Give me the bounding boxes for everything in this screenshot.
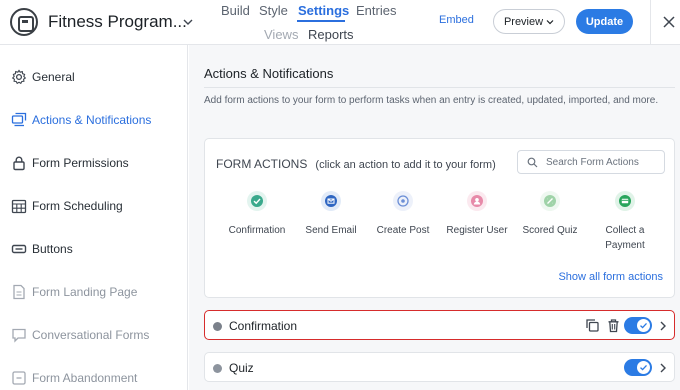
form-title[interactable]: Fitness Program... bbox=[48, 12, 187, 32]
search-placeholder: Search Form Actions bbox=[546, 157, 639, 168]
sidebar-item-label: General bbox=[32, 70, 75, 84]
active-tab-indicator bbox=[297, 20, 345, 22]
preview-button[interactable]: Preview bbox=[493, 9, 565, 34]
form-action-label: Scored Quiz bbox=[522, 225, 578, 236]
sidebar-item-label: Form Landing Page bbox=[32, 285, 138, 299]
main-panel: Actions & Notifications Add form actions… bbox=[189, 45, 680, 390]
check-icon bbox=[637, 361, 650, 374]
enable-toggle[interactable] bbox=[624, 359, 652, 376]
chevron-right-icon[interactable] bbox=[658, 320, 668, 332]
sidebar-item-label: Conversational Forms bbox=[32, 328, 150, 342]
sidebar-item-conversational-forms[interactable]: Conversational Forms bbox=[0, 315, 188, 355]
tab-style[interactable]: Style bbox=[259, 3, 288, 18]
sidebar-item-label: Buttons bbox=[32, 242, 73, 256]
action-row-quiz[interactable]: Quiz bbox=[204, 352, 675, 382]
sidebar-item-label: Actions & Notifications bbox=[32, 113, 152, 127]
form-action-label: Create Post bbox=[376, 225, 430, 236]
chat-icon bbox=[12, 328, 26, 343]
actions-icon bbox=[11, 112, 27, 127]
sidebar-item-form-landing-page[interactable]: Form Landing Page bbox=[0, 272, 188, 312]
sidebar-item-form-scheduling[interactable]: Form Scheduling bbox=[0, 186, 188, 226]
form-actions-card: FORM ACTIONS (click an action to add it … bbox=[204, 138, 675, 298]
form-action-label: Confirmation bbox=[228, 225, 286, 236]
tab-views[interactable]: Views bbox=[264, 27, 298, 42]
tab-settings[interactable]: Settings bbox=[298, 3, 349, 18]
sidebar-item-general[interactable]: General bbox=[0, 57, 188, 97]
abandon-icon bbox=[12, 371, 26, 385]
sidebar-item-form-abandonment[interactable]: Form Abandonment bbox=[0, 358, 188, 390]
check-icon bbox=[247, 191, 267, 211]
sidebar-item-form-permissions[interactable]: Form Permissions bbox=[0, 143, 188, 183]
sidebar-item-label: Form Abandonment bbox=[32, 371, 138, 385]
divider bbox=[204, 87, 675, 88]
form-action-label: Send Email bbox=[305, 225, 357, 236]
sidebar-item-actions-notifications[interactable]: Actions & Notifications bbox=[0, 100, 188, 140]
form-actions-heading: FORM ACTIONS (click an action to add it … bbox=[216, 157, 496, 171]
post-icon bbox=[393, 191, 413, 211]
action-row-label: Quiz bbox=[229, 361, 254, 375]
payment-icon bbox=[615, 191, 635, 211]
chevron-right-icon[interactable] bbox=[658, 362, 668, 374]
status-dot bbox=[213, 364, 222, 373]
form-action-label: Register User bbox=[446, 225, 508, 236]
chevron-down-icon[interactable] bbox=[182, 16, 194, 28]
user-icon bbox=[467, 191, 487, 211]
settings-sidebar: General Actions & Notifications Form Per… bbox=[0, 45, 188, 390]
action-row-confirmation[interactable]: Confirmation bbox=[204, 310, 675, 340]
tab-reports[interactable]: Reports bbox=[308, 27, 354, 42]
header-divider bbox=[650, 0, 651, 45]
email-icon bbox=[321, 191, 341, 211]
close-icon[interactable] bbox=[661, 14, 677, 30]
search-icon bbox=[527, 157, 538, 168]
tab-build[interactable]: Build bbox=[221, 3, 250, 18]
form-actions-title: FORM ACTIONS bbox=[216, 157, 308, 171]
enable-toggle[interactable] bbox=[624, 317, 652, 334]
status-dot bbox=[213, 322, 222, 331]
duplicate-icon[interactable] bbox=[585, 318, 600, 333]
sidebar-item-label: Form Scheduling bbox=[32, 199, 123, 213]
gear-icon bbox=[11, 69, 27, 85]
trash-icon[interactable] bbox=[606, 318, 621, 333]
show-all-actions-link[interactable]: Show all form actions bbox=[558, 271, 663, 283]
search-form-actions-input[interactable]: Search Form Actions bbox=[517, 150, 665, 174]
tab-entries[interactable]: Entries bbox=[356, 3, 396, 18]
section-description: Add form actions to your form to perform… bbox=[204, 95, 659, 106]
sidebar-item-label: Form Permissions bbox=[32, 156, 129, 170]
preview-label: Preview bbox=[503, 15, 544, 28]
button-icon bbox=[11, 244, 27, 254]
chevron-down-icon bbox=[546, 19, 554, 24]
embed-link[interactable]: Embed bbox=[439, 14, 474, 26]
action-row-label: Confirmation bbox=[229, 319, 298, 333]
top-header: Fitness Program... Build Style Settings … bbox=[0, 0, 680, 45]
quiz-icon bbox=[540, 191, 560, 211]
calendar-icon bbox=[11, 199, 27, 214]
check-icon bbox=[637, 319, 650, 332]
form-actions-hint: (click an action to add it to your form) bbox=[315, 159, 496, 171]
formidable-logo-icon[interactable] bbox=[10, 8, 38, 36]
sidebar-item-buttons[interactable]: Buttons bbox=[0, 229, 188, 269]
page-title: Actions & Notifications bbox=[204, 66, 334, 81]
document-icon bbox=[13, 284, 25, 300]
form-action-label: Collect a Payment bbox=[605, 225, 645, 251]
update-button[interactable]: Update bbox=[576, 9, 633, 34]
lock-icon bbox=[13, 156, 25, 171]
